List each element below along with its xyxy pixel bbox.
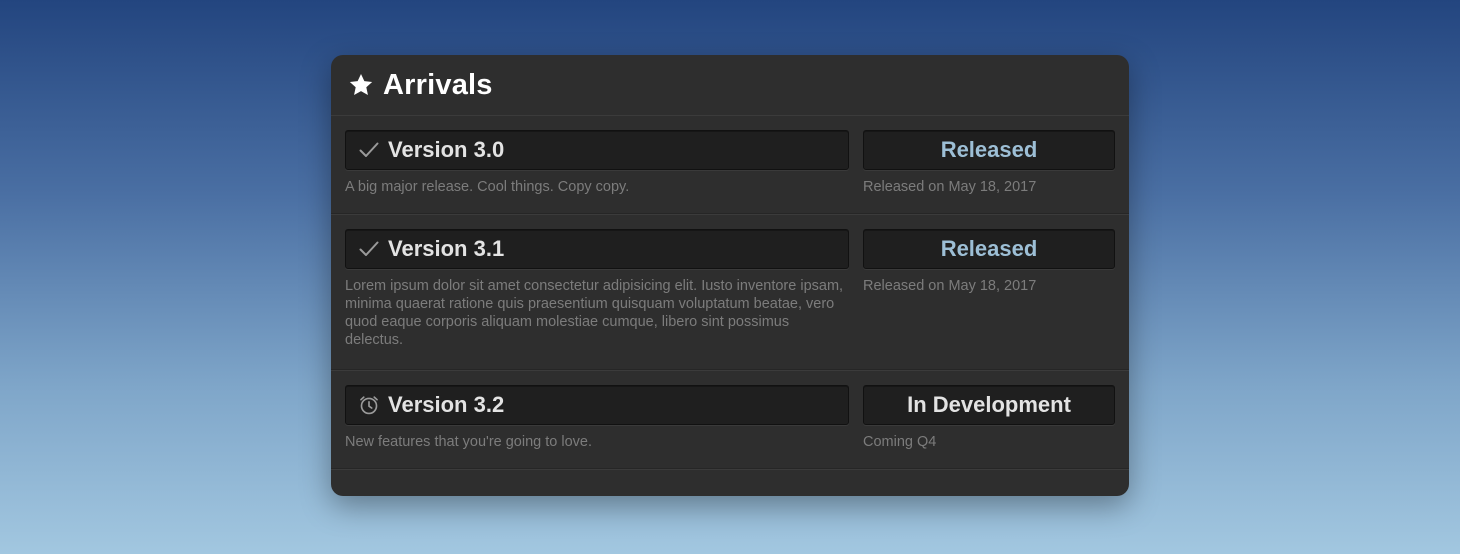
status-label: Released (940, 137, 1038, 162)
release-row: Version 3.2 New features that you're goi… (331, 371, 1129, 470)
alarm-clock-icon (358, 394, 380, 416)
release-row: Version 3.1 Lorem ipsum dolor sit amet c… (331, 215, 1129, 371)
release-description: New features that you're going to love. (345, 434, 592, 450)
star-icon (348, 72, 374, 98)
status-badge: Released (863, 229, 1115, 269)
version-label: Version 3.0 (388, 137, 505, 162)
checkmark-icon (358, 238, 380, 260)
status-label: In Development (907, 392, 1071, 417)
version-bar[interactable]: Version 3.2 (345, 385, 849, 425)
release-description: Lorem ipsum dolor sit amet consectetur a… (345, 278, 844, 348)
release-date-note: Coming Q4 (863, 434, 937, 450)
status-label: Released (940, 236, 1038, 261)
panel-header: Arrivals (331, 55, 1129, 116)
checkmark-icon (358, 139, 380, 161)
arrivals-panel: Arrivals Version 3.0 A big major release… (331, 55, 1129, 496)
version-bar[interactable]: Version 3.0 (345, 130, 849, 170)
release-description: A big major release. Cool things. Copy c… (345, 179, 630, 195)
panel-title: Arrivals (383, 68, 493, 101)
version-bar[interactable]: Version 3.1 (345, 229, 849, 269)
release-row: Version 3.0 A big major release. Cool th… (331, 116, 1129, 215)
release-date-note: Released on May 18, 2017 (863, 179, 1037, 195)
status-badge: In Development (863, 385, 1115, 425)
release-date-note: Released on May 18, 2017 (863, 278, 1037, 294)
status-badge: Released (863, 130, 1115, 170)
version-label: Version 3.1 (388, 236, 505, 261)
version-label: Version 3.2 (388, 392, 505, 417)
